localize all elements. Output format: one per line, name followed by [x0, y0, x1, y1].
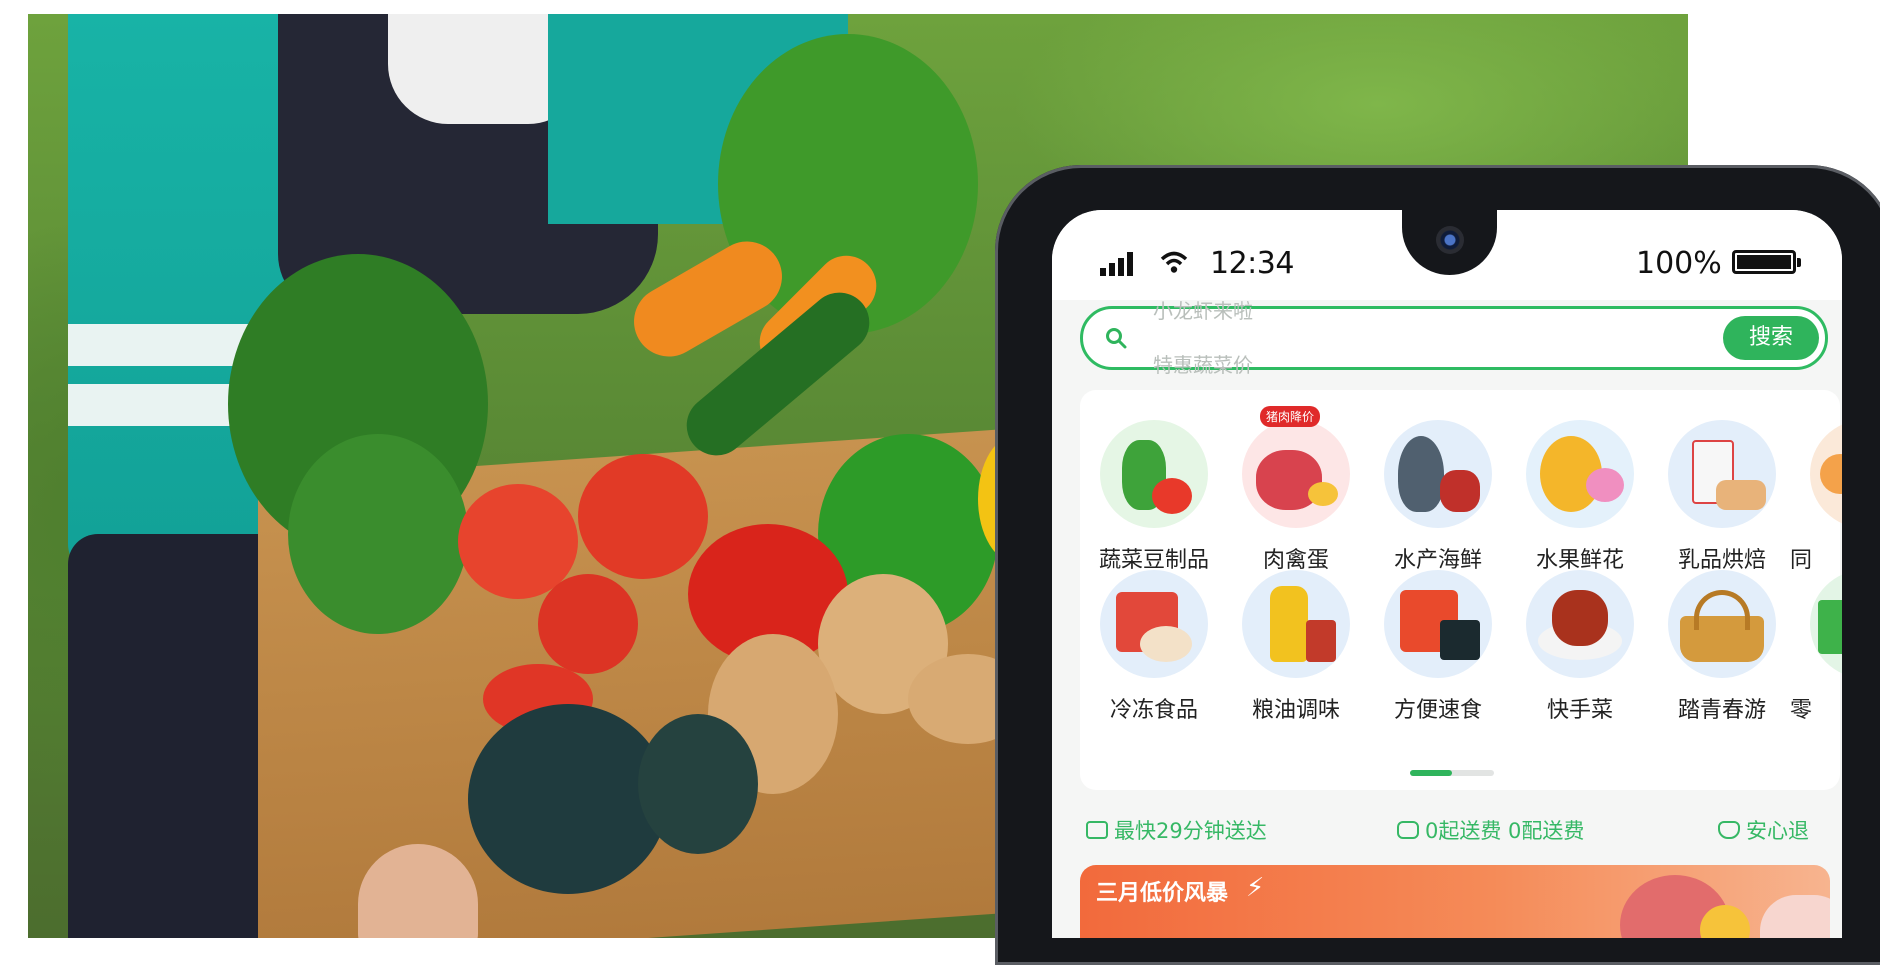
promo-banner[interactable]: 三月低价风暴 ⚡ — [1080, 865, 1830, 938]
seafood-icon — [1384, 420, 1492, 528]
category-item[interactable]: 蔬菜豆制品 — [1080, 400, 1220, 573]
fruit-flower-icon — [1526, 420, 1634, 528]
category-item[interactable]: 踏青春游 — [1648, 550, 1788, 723]
signal-icon — [1100, 252, 1133, 276]
meat-egg-icon — [1242, 420, 1350, 528]
promise-text: 0起送费 0配送费 — [1425, 819, 1585, 843]
category-page-indicator — [1410, 770, 1494, 776]
dairy-bakery-icon — [1668, 420, 1776, 528]
category-item[interactable]: 同 — [1790, 400, 1842, 573]
tomato — [578, 454, 708, 579]
category-item[interactable]: 零 — [1790, 550, 1842, 723]
partial-category-icon — [1810, 570, 1842, 678]
category-label: 粮油调味 — [1251, 698, 1340, 723]
category-item[interactable]: 快手菜 — [1506, 550, 1646, 723]
coin-icon — [1397, 821, 1419, 839]
spinach — [288, 434, 468, 634]
search-icon — [1106, 328, 1127, 349]
category-label: 踏青春游 — [1677, 698, 1766, 723]
category-label-partial: 零 — [1790, 698, 1813, 723]
search-button[interactable]: 搜索 — [1723, 316, 1819, 360]
partial-category-icon — [1810, 420, 1842, 528]
chicken-image — [1760, 895, 1830, 938]
category-grid-card: 蔬菜豆制品 猪肉降价 肉禽蛋 水产海鲜 水果鲜花 乳品烘焙 同 冷冻食品 粮油调… — [1080, 390, 1842, 790]
battery-percent: 100% — [1636, 246, 1722, 281]
category-item[interactable]: 乳品烘焙 — [1648, 400, 1788, 573]
category-item[interactable]: 猪肉降价 肉禽蛋 — [1222, 400, 1362, 573]
pumpkin — [468, 704, 668, 894]
lightning-icon: ⚡ — [1246, 873, 1265, 903]
app-screen: 12:34 100% 小龙虾来啦 特惠蔬菜价 搜索 蔬菜豆制品 猪肉降价 肉禽蛋… — [1052, 210, 1842, 938]
instant-food-icon — [1384, 570, 1492, 678]
promise-fast-delivery: 最快29分钟送达 — [1086, 815, 1267, 845]
category-item[interactable]: 冷冻食品 — [1080, 550, 1220, 723]
pumpkin — [638, 714, 758, 854]
category-label: 冷冻食品 — [1109, 698, 1198, 723]
grain-oil-icon — [1242, 570, 1350, 678]
vegetables-icon — [1100, 420, 1208, 528]
category-label: 快手菜 — [1546, 698, 1613, 723]
battery-icon — [1732, 250, 1801, 274]
promise-text: 最快29分钟送达 — [1114, 819, 1267, 843]
promo-badge: 猪肉降价 — [1260, 406, 1321, 427]
quick-dish-icon — [1526, 570, 1634, 678]
category-item[interactable]: 水产海鲜 — [1364, 400, 1504, 573]
promise-easy-refund: 安心退 — [1718, 815, 1809, 845]
banner-title: 三月低价风暴 — [1096, 881, 1229, 906]
promise-text: 安心退 — [1746, 819, 1809, 843]
front-camera — [1436, 226, 1464, 254]
category-grid: 蔬菜豆制品 猪肉降价 肉禽蛋 水产海鲜 水果鲜花 乳品烘焙 同 冷冻食品 粮油调… — [1080, 390, 1842, 750]
search-placeholder-rolling: 小龙虾来啦 — [1153, 299, 1253, 323]
picnic-basket-icon — [1668, 570, 1776, 678]
wifi-icon — [1160, 251, 1188, 273]
status-time: 12:34 — [1210, 246, 1294, 281]
promise-free-delivery: 0起送费 0配送费 — [1397, 815, 1584, 845]
category-item[interactable]: 粮油调味 — [1222, 550, 1362, 723]
search-bar[interactable]: 小龙虾来啦 特惠蔬菜价 搜索 — [1080, 299, 1828, 377]
search-placeholder-next: 特惠蔬菜价 — [1153, 353, 1253, 377]
tomato — [538, 574, 638, 674]
category-label: 方便速食 — [1393, 698, 1482, 723]
shield-check-icon — [1718, 821, 1740, 839]
category-item[interactable]: 水果鲜花 — [1506, 400, 1646, 573]
delivery-truck-icon — [1086, 821, 1108, 839]
frozen-food-icon — [1100, 570, 1208, 678]
category-item[interactable]: 方便速食 — [1364, 550, 1504, 723]
